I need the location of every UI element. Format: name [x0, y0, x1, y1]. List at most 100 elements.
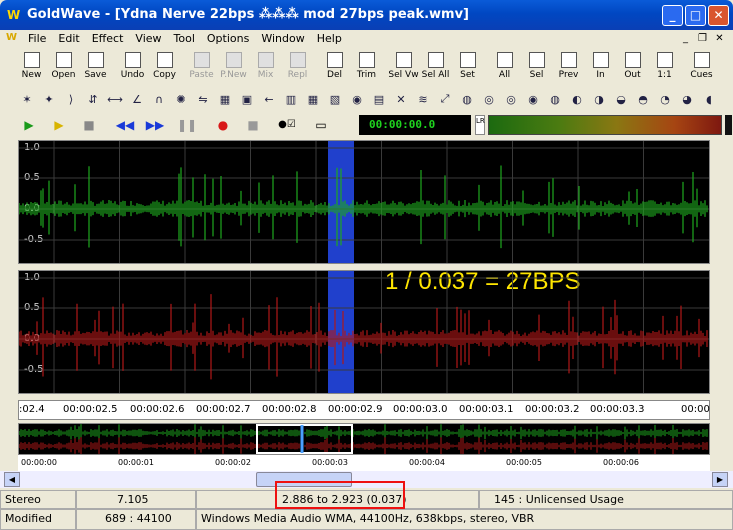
effect-tool-icon[interactable]: ◎ — [502, 90, 520, 108]
copy-button[interactable]: Copy — [149, 50, 180, 84]
pause-icon[interactable]: ❚❚ — [176, 115, 198, 135]
effect-tool-icon[interactable]: ∠ — [128, 90, 146, 108]
zoom-selection-button[interactable]: Sel — [521, 50, 552, 84]
license-text: 145 : Unlicensed Usage — [494, 493, 624, 506]
effect-tool-icon[interactable]: ⟩ — [62, 90, 80, 108]
effect-tool-icon[interactable]: ◒ — [612, 90, 630, 108]
effect-tool-icon[interactable]: ◑ — [590, 90, 608, 108]
time-display: 00:00:00.0 — [359, 115, 471, 135]
effect-tool-icon[interactable]: ◐ — [568, 90, 586, 108]
effect-tool-icon[interactable]: ◕ — [678, 90, 696, 108]
paste-button[interactable]: Paste — [186, 50, 217, 84]
menu-effect[interactable]: Effect — [86, 30, 130, 48]
overview-tick-label: 00:00:04 — [409, 458, 445, 467]
menu-help[interactable]: Help — [311, 30, 348, 48]
doc-minimize-button[interactable]: _ — [678, 32, 693, 45]
replace-button[interactable]: Repl — [282, 50, 313, 84]
play-icon[interactable]: ▶ — [18, 115, 40, 135]
menu-tool[interactable]: Tool — [168, 30, 201, 48]
effect-tool-icon[interactable]: ▧ — [326, 90, 344, 108]
menu-view[interactable]: View — [129, 30, 167, 48]
cues-button[interactable]: Cues — [686, 50, 717, 84]
effect-tool-icon[interactable]: ✦ — [40, 90, 58, 108]
document-menu-icon[interactable]: W — [6, 32, 20, 46]
menu-file[interactable]: File — [22, 30, 52, 48]
zoom-in-button[interactable]: In — [585, 50, 616, 84]
play-selection-icon[interactable]: ▶ — [48, 115, 70, 135]
effect-tool-icon[interactable]: ⟷ — [106, 90, 124, 108]
rewind-icon[interactable]: ◀◀ — [114, 115, 136, 135]
paste-icon — [193, 52, 210, 68]
toolbar-label: Del — [327, 70, 342, 80]
transport-bar: ▶ ▶ ■ ◀◀ ▶▶ ❚❚ ● ■ ●☑ ▭ 00:00:00.0 LR — [16, 114, 732, 136]
fast-forward-icon[interactable]: ▶▶ — [144, 115, 166, 135]
zoom-out-button[interactable]: Out — [617, 50, 648, 84]
save-disk-button[interactable]: Save — [80, 50, 111, 84]
effect-tool-icon[interactable]: ⇵ — [84, 90, 102, 108]
set-button[interactable]: Set — [452, 50, 483, 84]
timeline-tick-label: 00:00:03.2 — [525, 404, 580, 415]
trim-button[interactable]: Trim — [351, 50, 382, 84]
paste-new-button[interactable]: P.New — [218, 50, 249, 84]
effect-tool-icon[interactable]: ◍ — [458, 90, 476, 108]
effect-tool-icon[interactable]: ∩ — [150, 90, 168, 108]
goldwave-app-icon[interactable]: W — [7, 8, 23, 22]
effect-tool-icon[interactable]: ← — [260, 90, 278, 108]
stop-record-icon[interactable]: ■ — [242, 115, 264, 135]
open-folder-icon — [55, 52, 72, 68]
effect-tool-icon[interactable]: ◖ — [700, 90, 718, 108]
new-file-button[interactable]: New — [16, 50, 47, 84]
monitor-toggle-icon[interactable]: ●☑ — [276, 115, 298, 135]
doc-close-button[interactable]: ✕ — [712, 32, 727, 45]
effect-tool-icon[interactable]: ◎ — [480, 90, 498, 108]
menu-options[interactable]: Options — [201, 30, 255, 48]
left-channel-waveform[interactable] — [18, 140, 710, 264]
meter-scroll-handle[interactable] — [725, 115, 732, 135]
effect-tool-icon[interactable]: ◉ — [524, 90, 542, 108]
right-channel-waveform[interactable] — [18, 270, 710, 394]
doc-restore-button[interactable]: ❐ — [695, 32, 710, 45]
transport-options-icon[interactable]: ▭ — [310, 115, 332, 135]
overview-waveform[interactable] — [18, 423, 710, 455]
zoom-previous-button[interactable]: Prev — [553, 50, 584, 84]
effect-tool-icon[interactable]: ◔ — [656, 90, 674, 108]
effect-tool-icon[interactable]: ◓ — [634, 90, 652, 108]
delete-button[interactable]: Del — [319, 50, 350, 84]
scroll-right-icon[interactable]: ▶ — [712, 472, 728, 487]
menu-edit[interactable]: Edit — [52, 30, 85, 48]
effect-tool-icon[interactable]: ◉ — [348, 90, 366, 108]
zoom-in-icon — [592, 52, 609, 68]
effect-tool-icon[interactable]: ✶ — [18, 90, 36, 108]
effect-tool-icon[interactable]: ▦ — [304, 90, 322, 108]
mix-button[interactable]: Mix — [250, 50, 281, 84]
rate-text: 689 : 44100 — [105, 512, 172, 525]
effect-tool-icon[interactable]: ▦ — [216, 90, 234, 108]
effect-tool-icon[interactable]: ✺ — [172, 90, 190, 108]
effect-tool-icon[interactable]: ⤢ — [436, 90, 454, 108]
maximize-button[interactable]: □ — [685, 5, 706, 26]
effect-tool-icon[interactable]: ▣ — [238, 90, 256, 108]
toolbar-label: In — [596, 70, 605, 80]
stop-icon[interactable]: ■ — [78, 115, 100, 135]
scroll-left-icon[interactable]: ◀ — [4, 472, 20, 487]
toolbar-label: Mix — [257, 70, 274, 80]
minimize-button[interactable]: _ — [662, 5, 683, 26]
effect-tool-icon[interactable]: ≋ — [414, 90, 432, 108]
select-view-button[interactable]: Sel Vw — [388, 50, 419, 84]
open-folder-button[interactable]: Open — [48, 50, 79, 84]
effect-tool-icon[interactable]: ◍ — [546, 90, 564, 108]
effect-tool-icon[interactable]: ✕ — [392, 90, 410, 108]
status-bar-bottom: Modified 689 : 44100 Windows Media Audio… — [0, 509, 733, 530]
effect-tool-icon[interactable]: ⇋ — [194, 90, 212, 108]
effect-tool-icon[interactable]: ▥ — [282, 90, 300, 108]
menu-window[interactable]: Window — [255, 30, 310, 48]
undo-button[interactable]: Undo — [117, 50, 148, 84]
timeline-tick-label: 00:00:03.3 — [590, 404, 645, 415]
select-all-button[interactable]: Sel All — [420, 50, 451, 84]
paste-new-icon — [225, 52, 242, 68]
effect-tool-icon[interactable]: ▤ — [370, 90, 388, 108]
zoom-1to1-button[interactable]: 1:1 — [649, 50, 680, 84]
zoom-all-button[interactable]: All — [489, 50, 520, 84]
close-button[interactable]: ✕ — [708, 5, 729, 26]
record-icon[interactable]: ● — [212, 115, 234, 135]
